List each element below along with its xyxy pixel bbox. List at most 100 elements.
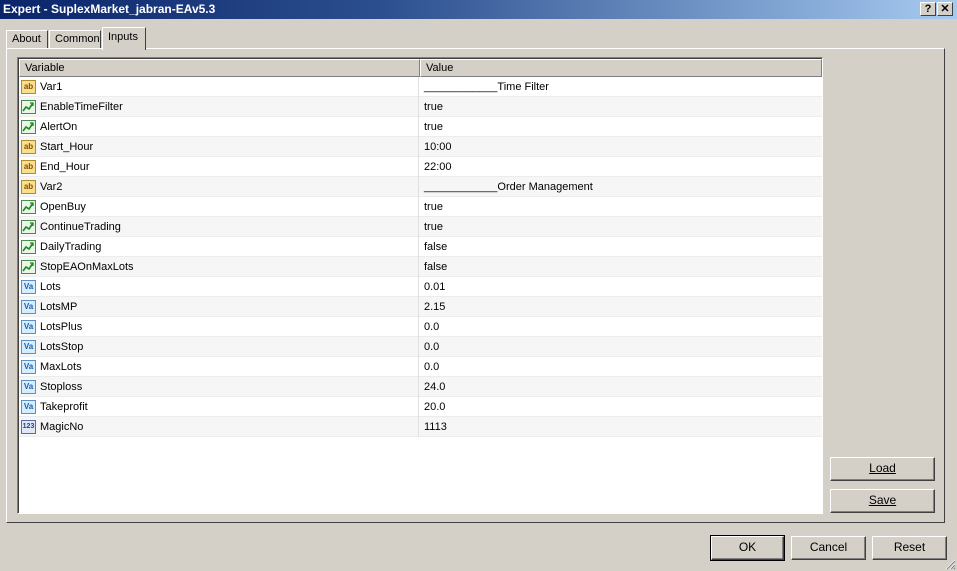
ok-button[interactable]: OK xyxy=(710,535,785,561)
expert-properties-dialog: Expert - SuplexMarket_jabran-EAv5.3 ? ✕ … xyxy=(0,0,957,571)
variable-name: End_Hour xyxy=(40,161,90,173)
table-row[interactable]: Va MaxLots 0.0 xyxy=(19,357,822,377)
save-button-label: Save xyxy=(868,493,897,507)
bool-type-icon xyxy=(21,120,36,134)
variable-name: OpenBuy xyxy=(40,201,86,213)
variable-value-cell[interactable]: 0.01 xyxy=(420,277,822,297)
variable-name: Takeprofit xyxy=(40,401,88,413)
string-type-icon: ab xyxy=(21,180,36,194)
tab-common[interactable]: Common xyxy=(49,30,101,49)
variable-name-cell[interactable]: Va LotsMP xyxy=(19,297,419,317)
variable-value-cell[interactable]: true xyxy=(420,197,822,217)
variable-value-cell[interactable]: 0.0 xyxy=(420,357,822,377)
double-type-icon: Va xyxy=(21,320,36,334)
variable-name-cell[interactable]: ab Var1 xyxy=(19,77,419,97)
variable-name-cell[interactable]: ab Var2 xyxy=(19,177,419,197)
help-icon: ? xyxy=(924,3,932,15)
variable-name-cell[interactable]: EnableTimeFilter xyxy=(19,97,419,117)
variable-name-cell[interactable]: Va LotsPlus xyxy=(19,317,419,337)
table-row[interactable]: ContinueTrading true xyxy=(19,217,822,237)
variable-value-cell[interactable]: 1113 xyxy=(420,417,822,437)
column-header-variable[interactable]: Variable xyxy=(19,59,420,77)
variable-name-cell[interactable]: 123 MagicNo xyxy=(19,417,419,437)
load-button[interactable]: Load xyxy=(830,457,935,481)
variable-name-cell[interactable]: StopEAOnMaxLots xyxy=(19,257,419,277)
grid-header: Variable Value xyxy=(19,59,822,77)
variable-name-cell[interactable]: ContinueTrading xyxy=(19,217,419,237)
variable-name: LotsPlus xyxy=(40,321,83,333)
table-row[interactable]: 123 MagicNo 1113 xyxy=(19,417,822,437)
window-title: Expert - SuplexMarket_jabran-EAv5.3 xyxy=(3,2,216,16)
variable-value-cell[interactable]: 24.0 xyxy=(420,377,822,397)
double-type-icon: Va xyxy=(21,300,36,314)
variable-value-cell[interactable]: ____________Time Filter xyxy=(420,77,822,97)
double-type-icon: Va xyxy=(21,280,36,294)
variable-value-cell[interactable]: false xyxy=(420,257,822,277)
column-header-value[interactable]: Value xyxy=(420,59,822,77)
variable-value-cell[interactable]: 10:00 xyxy=(420,137,822,157)
title-bar[interactable]: Expert - SuplexMarket_jabran-EAv5.3 ? ✕ xyxy=(0,0,957,19)
int-type-icon: 123 xyxy=(21,420,36,434)
cancel-button[interactable]: Cancel xyxy=(791,536,866,560)
table-row[interactable]: Va Lots 0.01 xyxy=(19,277,822,297)
resize-grip-icon[interactable] xyxy=(944,558,956,570)
table-row[interactable]: DailyTrading false xyxy=(19,237,822,257)
string-type-icon: ab xyxy=(21,160,36,174)
table-row[interactable]: Va LotsMP 2.15 xyxy=(19,297,822,317)
variable-name-cell[interactable]: ab End_Hour xyxy=(19,157,419,177)
variable-name-cell[interactable]: DailyTrading xyxy=(19,237,419,257)
variable-name: Stoploss xyxy=(40,381,83,393)
variable-name: Lots xyxy=(40,281,61,293)
save-button[interactable]: Save xyxy=(830,489,935,513)
table-row[interactable]: ab Start_Hour 10:00 xyxy=(19,137,822,157)
bool-type-icon xyxy=(21,100,36,114)
variable-name-cell[interactable]: Va Stoploss xyxy=(19,377,419,397)
variable-name-cell[interactable]: OpenBuy xyxy=(19,197,419,217)
variable-name: EnableTimeFilter xyxy=(40,101,123,113)
variable-name: DailyTrading xyxy=(40,241,102,253)
variable-name: MagicNo xyxy=(40,421,84,433)
variable-name: StopEAOnMaxLots xyxy=(40,261,134,273)
variable-value-cell[interactable]: true xyxy=(420,97,822,117)
table-row[interactable]: Va LotsPlus 0.0 xyxy=(19,317,822,337)
table-row[interactable]: EnableTimeFilter true xyxy=(19,97,822,117)
variable-value-cell[interactable]: 20.0 xyxy=(420,397,822,417)
table-row[interactable]: AlertOn true xyxy=(19,117,822,137)
inputs-grid: Variable Value ab Var1 ____________Time Fi… xyxy=(17,57,823,514)
variable-value-cell[interactable]: true xyxy=(420,117,822,137)
variable-value-cell[interactable]: true xyxy=(420,217,822,237)
variable-name: MaxLots xyxy=(40,361,82,373)
grid-rows: ab Var1 ____________Time Filter EnableTimeF… xyxy=(19,77,822,437)
string-type-icon: ab xyxy=(21,140,36,154)
variable-name-cell[interactable]: Va Lots xyxy=(19,277,419,297)
load-button-label: Load xyxy=(869,461,896,475)
double-type-icon: Va xyxy=(21,340,36,354)
table-row[interactable]: Va Stoploss 24.0 xyxy=(19,377,822,397)
reset-button[interactable]: Reset xyxy=(872,536,947,560)
variable-name-cell[interactable]: Va Takeprofit xyxy=(19,397,419,417)
table-row[interactable]: StopEAOnMaxLots false xyxy=(19,257,822,277)
tab-about[interactable]: About xyxy=(6,30,48,49)
variable-value-cell[interactable]: false xyxy=(420,237,822,257)
variable-value-cell[interactable]: 0.0 xyxy=(420,317,822,337)
variable-value-cell[interactable]: 2.15 xyxy=(420,297,822,317)
variable-value-cell[interactable]: ____________Order Management xyxy=(420,177,822,197)
bool-type-icon xyxy=(21,240,36,254)
tab-inputs[interactable]: Inputs xyxy=(102,27,146,50)
table-row[interactable]: Va Takeprofit 20.0 xyxy=(19,397,822,417)
variable-name-cell[interactable]: Va LotsStop xyxy=(19,337,419,357)
table-row[interactable]: ab Var2 ____________Order Management xyxy=(19,177,822,197)
variable-name-cell[interactable]: AlertOn xyxy=(19,117,419,137)
double-type-icon: Va xyxy=(21,380,36,394)
table-row[interactable]: ab End_Hour 22:00 xyxy=(19,157,822,177)
table-row[interactable]: ab Var1 ____________Time Filter xyxy=(19,77,822,97)
variable-name-cell[interactable]: Va MaxLots xyxy=(19,357,419,377)
variable-value-cell[interactable]: 0.0 xyxy=(420,337,822,357)
variable-value-cell[interactable]: 22:00 xyxy=(420,157,822,177)
bool-type-icon xyxy=(21,260,36,274)
help-button[interactable]: ? xyxy=(920,2,936,16)
variable-name-cell[interactable]: ab Start_Hour xyxy=(19,137,419,157)
table-row[interactable]: OpenBuy true xyxy=(19,197,822,217)
table-row[interactable]: Va LotsStop 0.0 xyxy=(19,337,822,357)
close-button[interactable]: ✕ xyxy=(937,2,953,16)
